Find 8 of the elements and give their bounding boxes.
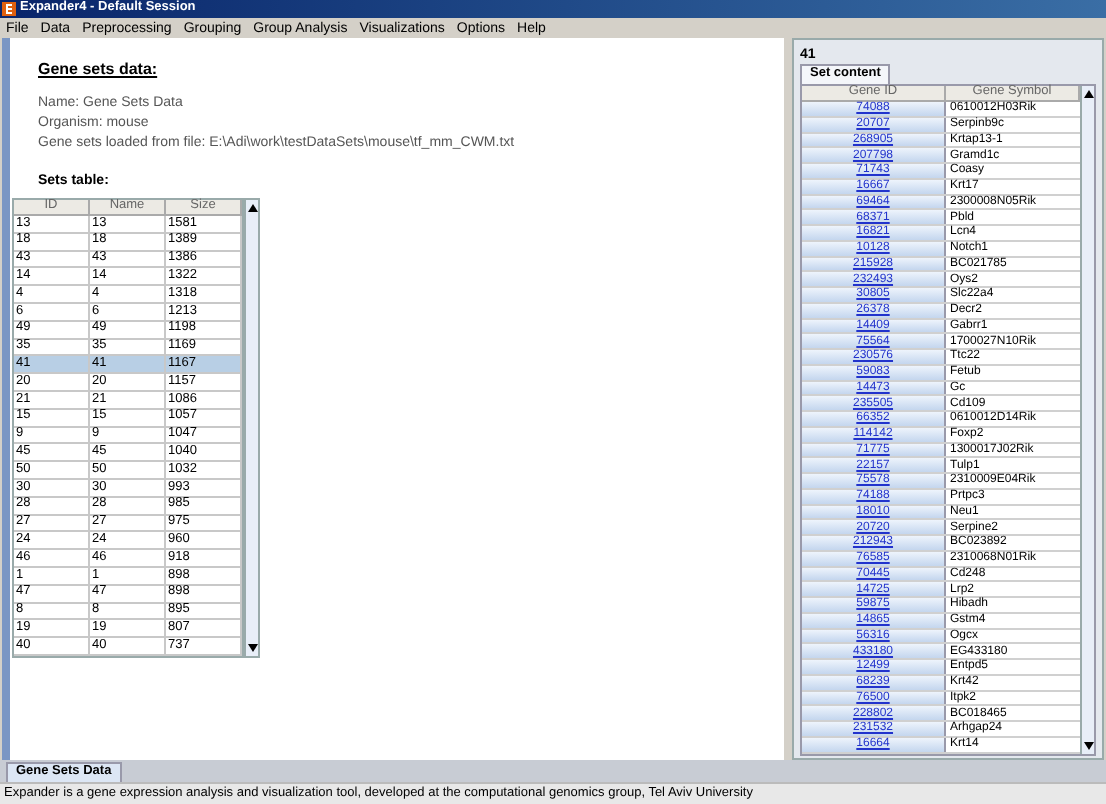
- section-heading: Gene sets data:: [38, 62, 158, 78]
- app-icon: [2, 2, 16, 16]
- scroll-up-icon[interactable]: [247, 204, 257, 212]
- scroll-up-icon[interactable]: [1083, 90, 1093, 98]
- scroll-bar[interactable]: [244, 198, 260, 658]
- scroll-down-icon[interactable]: [1083, 741, 1093, 749]
- scroll-bar[interactable]: [1080, 86, 1094, 753]
- scroll-down-icon[interactable]: [247, 643, 257, 652]
